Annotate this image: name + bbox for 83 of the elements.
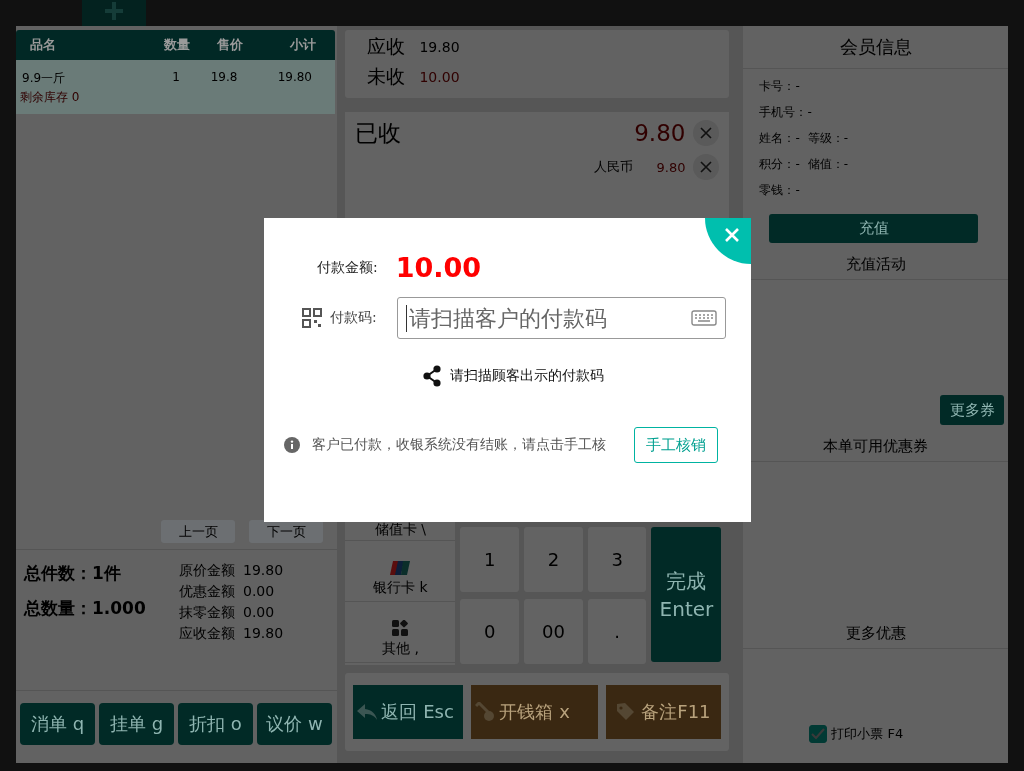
keypad-key[interactable]: 0 xyxy=(460,598,520,664)
member-field: 姓名：- xyxy=(759,130,800,147)
section-title: 更多优惠 xyxy=(743,618,1008,649)
column-header: 小计 xyxy=(289,36,317,54)
amount-label: 优惠金额 xyxy=(179,583,235,601)
code-label: 付款码: xyxy=(330,309,377,327)
action-button[interactable]: 返回 Esc xyxy=(353,685,464,739)
total-label: 总数量： xyxy=(24,598,92,618)
table-row[interactable]: 9.9一斤 1 19.8 19.80 剩余库存 0 xyxy=(16,60,336,114)
summary-value: 19.80 xyxy=(419,39,460,55)
keypad-key[interactable]: . xyxy=(587,598,647,664)
action-button[interactable]: 折扣 o xyxy=(178,703,253,745)
key-icon xyxy=(475,702,496,722)
more-coupons-button[interactable]: 更多券 xyxy=(940,395,1004,425)
close-icon xyxy=(700,161,713,173)
amount-value: 19.80 xyxy=(243,625,284,643)
payment-amount: 9.80 xyxy=(656,159,686,175)
keypad-key[interactable]: 1 xyxy=(460,527,520,592)
stock-note: 剩余库存 0 xyxy=(19,89,81,106)
amount-value: 0.00 xyxy=(243,583,275,601)
plus-icon xyxy=(103,0,125,22)
page-button[interactable]: 上一页 xyxy=(161,520,236,543)
table-cell-text: 9.9一斤 xyxy=(21,70,67,87)
keyboard-icon xyxy=(690,310,717,326)
action-button[interactable]: 挂单 g xyxy=(99,703,174,745)
recharge-button[interactable]: 充值 xyxy=(769,214,978,243)
total-value: 1.000 xyxy=(92,598,146,618)
summary-value: 10.00 xyxy=(419,69,460,85)
action-button[interactable]: 备注F11 xyxy=(606,685,722,739)
reply-arrow-icon xyxy=(357,703,378,721)
card-icon xyxy=(390,561,411,575)
table-cell-text: 19.80 xyxy=(276,70,312,86)
amount-label: 付款金额: xyxy=(317,258,378,277)
payment-method: 人民币 xyxy=(593,158,633,176)
amount-label: 原价金额 xyxy=(179,562,235,580)
scan-hint: 请扫描顾客出示的付款码 xyxy=(449,367,604,385)
checkbox-label: 打印小票 F4 xyxy=(831,725,904,743)
member-field: 等级：- xyxy=(807,130,849,147)
share-icon xyxy=(421,365,442,387)
column-header: 售价 xyxy=(216,36,244,54)
action-button[interactable]: 议价 w xyxy=(257,703,332,745)
payment-method-button[interactable]: 其他 , xyxy=(345,602,456,663)
confirm-button[interactable]: 完成 Enter xyxy=(651,527,722,662)
close-icon xyxy=(725,228,739,242)
payment-method-button[interactable]: 银行卡 k xyxy=(345,541,456,602)
member-field: 零钱：- xyxy=(759,182,800,199)
summary-label: 未收 xyxy=(367,64,406,89)
total-label: 总件数： xyxy=(24,563,92,583)
keypad-key[interactable]: 00 xyxy=(524,598,583,664)
amount-value: 0.00 xyxy=(243,604,275,622)
summary-label: 应收 xyxy=(367,34,406,59)
amount-label: 抹零金额 xyxy=(179,604,235,622)
checkbox[interactable] xyxy=(809,725,828,743)
column-header: 品名 xyxy=(29,36,57,54)
received-label: 已收 xyxy=(355,118,403,148)
amount-value: 19.80 xyxy=(243,562,284,580)
action-button[interactable]: 消单 q xyxy=(20,703,95,745)
total-value: 1件 xyxy=(92,563,121,583)
payment-code-field[interactable]: 请扫描客户的付款码 xyxy=(396,297,726,339)
keypad-key[interactable]: 2 xyxy=(524,527,583,592)
info-icon xyxy=(284,437,300,453)
member-field: 卡号：- xyxy=(759,78,800,95)
close-button[interactable] xyxy=(693,154,720,180)
keypad-key[interactable]: 3 xyxy=(587,527,647,592)
member-field: 储值：- xyxy=(807,156,849,173)
notice-text: 客户已付款，收银系统没有结账，请点击手工核 xyxy=(312,435,607,455)
member-field: 积分：- xyxy=(759,156,800,173)
amount-label: 应收金额 xyxy=(179,625,235,643)
amount-value: 10.00 xyxy=(395,252,482,283)
grid-icon xyxy=(392,620,409,636)
page-button[interactable]: 下一页 xyxy=(249,520,324,543)
add-button[interactable] xyxy=(82,0,146,26)
column-header: 数量 xyxy=(163,36,191,54)
qr-code-icon xyxy=(302,308,322,328)
table-cell-text: 19.8 xyxy=(209,70,239,86)
section-title: 会员信息 xyxy=(743,26,1008,69)
table-cell-text: 1 xyxy=(171,70,181,86)
close-button[interactable] xyxy=(693,120,720,146)
received-amount: 9.80 xyxy=(634,120,686,146)
manual-verify-button[interactable]: 手工核销 xyxy=(634,427,718,463)
action-button[interactable]: 开钱箱 x xyxy=(471,685,599,739)
close-icon xyxy=(700,127,713,139)
member-field: 手机号：- xyxy=(759,104,812,121)
